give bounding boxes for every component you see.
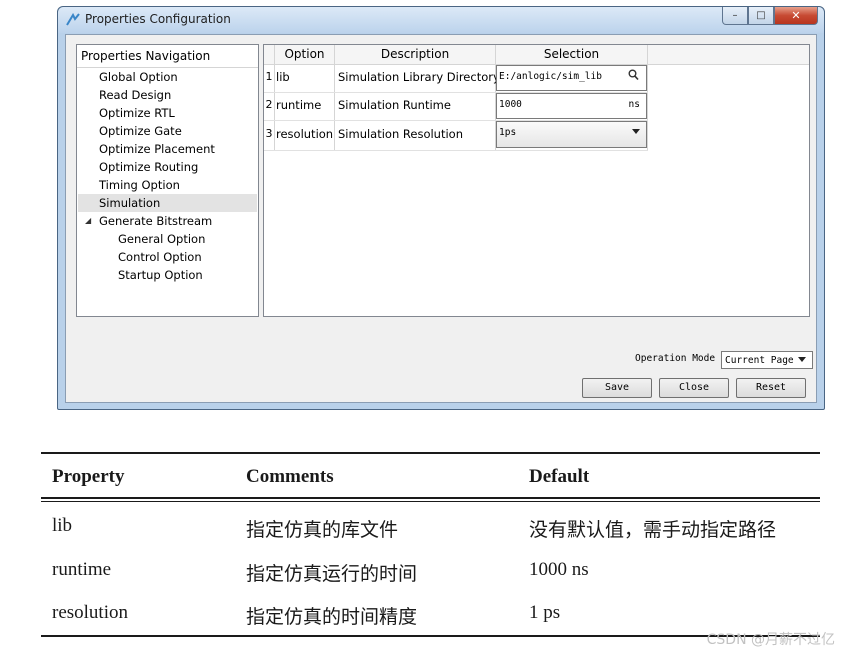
description-cell: Simulation Library Directory xyxy=(338,70,500,84)
column-header-description[interactable]: Description xyxy=(335,45,496,64)
corner-header-cell xyxy=(264,45,275,64)
nav-item-simulation[interactable]: Simulation xyxy=(78,194,257,212)
table-bottom-rule xyxy=(41,635,820,637)
header-default: Default xyxy=(529,466,590,487)
row-number: 2 xyxy=(265,98,273,111)
nav-item-label: Simulation xyxy=(99,196,161,210)
row-number: 1 xyxy=(265,70,273,83)
nav-item-label: General Option xyxy=(118,232,206,246)
nav-item-label: Optimize RTL xyxy=(99,106,175,120)
row-number: 3 xyxy=(265,127,273,140)
default-cell: 1000 ns xyxy=(529,559,589,580)
nav-item-label: Read Design xyxy=(99,88,172,102)
nav-item-label: Global Option xyxy=(99,70,178,84)
nav-item-generate-bitstream[interactable]: ◢ Generate Bitstream xyxy=(78,212,257,230)
minimize-button[interactable]: – xyxy=(722,7,748,25)
properties-navigation-tree: Properties Navigation Global Option Read… xyxy=(76,44,259,317)
title-bar[interactable]: Properties Configuration – □ ✕ xyxy=(58,7,824,33)
operation-mode-value: Current Page xyxy=(725,355,794,366)
nav-item-timing-option[interactable]: Timing Option xyxy=(78,176,257,194)
nav-item-label: Generate Bitstream xyxy=(99,214,213,228)
comment-cell: 指定仿真的时间精度 xyxy=(246,607,418,628)
maximize-button[interactable]: □ xyxy=(748,7,774,25)
dropdown-arrow-icon[interactable] xyxy=(632,129,640,134)
operation-mode-dropdown[interactable]: Current Page xyxy=(721,351,813,369)
option-cell: resolution xyxy=(276,127,334,141)
property-cell: lib xyxy=(52,515,73,536)
window-title: Properties Configuration xyxy=(85,12,231,26)
operation-mode-label: Operation Mode xyxy=(635,353,716,364)
runtime-spinbox[interactable]: 1000 ns xyxy=(496,93,647,119)
nav-item-label: Optimize Placement xyxy=(99,142,215,156)
property-cell: runtime xyxy=(52,559,112,580)
save-button[interactable]: Save xyxy=(582,378,652,398)
close-window-button[interactable]: ✕ xyxy=(774,7,818,25)
dialog-client-area: Properties Navigation Global Option Read… xyxy=(65,34,817,403)
close-button[interactable]: Close xyxy=(659,378,729,398)
chevron-down-icon[interactable] xyxy=(798,357,806,362)
header-rule xyxy=(41,497,820,499)
lib-path-value: E:/anlogic/sim_lib xyxy=(499,71,602,82)
runtime-value: 1000 xyxy=(499,99,522,110)
default-cell: 1 ps xyxy=(529,602,561,623)
option-cell: runtime xyxy=(276,98,322,112)
nav-item-label: Optimize Routing xyxy=(99,160,199,174)
nav-item-startup-option[interactable]: Startup Option xyxy=(78,266,257,284)
description-cell: Simulation Runtime xyxy=(338,98,451,112)
nav-item-general-option[interactable]: General Option xyxy=(78,230,257,248)
resolution-value: 1ps xyxy=(499,127,517,138)
app-logo-icon xyxy=(66,13,80,26)
default-cell: 没有默认值，需手动指定路径 xyxy=(529,520,777,541)
header-property: Property xyxy=(52,466,125,487)
nav-item-label: Timing Option xyxy=(99,178,180,192)
nav-item-control-option[interactable]: Control Option xyxy=(78,248,257,266)
nav-item-optimize-placement[interactable]: Optimize Placement xyxy=(78,140,257,158)
column-header-option[interactable]: Option xyxy=(275,45,335,64)
search-icon[interactable] xyxy=(628,69,639,81)
watermark: CSDN @月薪不过亿 xyxy=(706,632,835,648)
option-cell: lib xyxy=(276,70,290,84)
reset-button[interactable]: Reset xyxy=(736,378,806,398)
table-header: Option Description Selection xyxy=(264,45,809,65)
lib-path-input[interactable]: E:/anlogic/sim_lib xyxy=(496,65,647,91)
tree-expand-arrow-icon[interactable]: ◢ xyxy=(85,212,91,230)
nav-header: Properties Navigation xyxy=(77,45,258,68)
runtime-unit: ns xyxy=(628,99,640,110)
property-cell: resolution xyxy=(52,602,128,623)
properties-window: Properties Configuration – □ ✕ Propertie… xyxy=(57,6,825,410)
options-table: Option Description Selection 1 lib Simul… xyxy=(263,44,810,317)
nav-item-label: Control Option xyxy=(118,250,202,264)
table-top-rule xyxy=(41,452,820,454)
nav-item-optimize-gate[interactable]: Optimize Gate xyxy=(78,122,257,140)
description-cell: Simulation Resolution xyxy=(338,127,464,141)
nav-item-label: Optimize Gate xyxy=(99,124,182,138)
caption-buttons: – □ ✕ xyxy=(722,7,818,26)
header-rule-thin xyxy=(41,501,820,502)
nav-item-read-design[interactable]: Read Design xyxy=(78,86,257,104)
nav-item-global-option[interactable]: Global Option xyxy=(78,68,257,86)
comment-cell: 指定仿真运行的时间 xyxy=(246,564,418,585)
resolution-dropdown[interactable]: 1ps xyxy=(496,121,647,148)
header-comments: Comments xyxy=(246,466,334,487)
nav-item-optimize-rtl[interactable]: Optimize RTL xyxy=(78,104,257,122)
nav-item-optimize-routing[interactable]: Optimize Routing xyxy=(78,158,257,176)
nav-item-label: Startup Option xyxy=(118,268,203,282)
comment-cell: 指定仿真的库文件 xyxy=(246,520,399,541)
column-header-selection[interactable]: Selection xyxy=(496,45,648,64)
